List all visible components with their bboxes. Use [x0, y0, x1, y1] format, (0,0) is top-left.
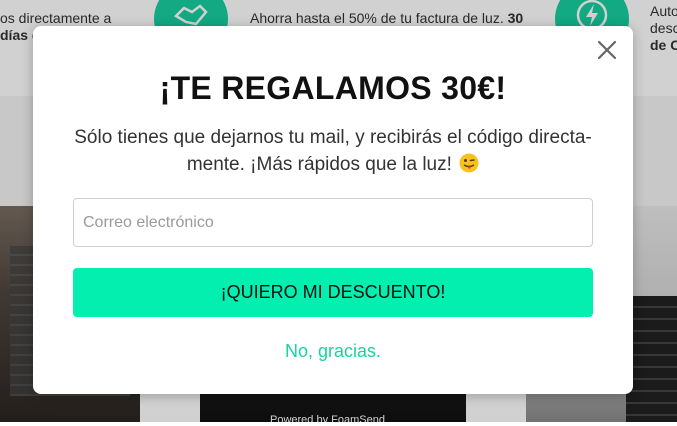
- get-discount-button[interactable]: ¡QUIERO MI DESCUENTO!: [73, 268, 593, 317]
- discount-popup: ¡TE REGALAMOS 30€! Sólo tienes que dejar…: [33, 26, 633, 394]
- email-field[interactable]: [73, 198, 593, 247]
- winking-tongue-emoji: [459, 153, 479, 173]
- dismiss-link[interactable]: No, gracias.: [33, 341, 633, 362]
- popup-title: ¡TE REGALAMOS 30€!: [159, 70, 507, 106]
- popup-subtitle: Sólo tienes que dejarnos tu mail, y reci…: [73, 124, 593, 178]
- subtitle-line-2: mente. ¡Más rápidos que la luz!: [186, 154, 452, 175]
- subtitle-line-1: Sólo tienes que dejarnos tu mail, y reci…: [74, 127, 592, 148]
- close-icon[interactable]: [595, 38, 619, 62]
